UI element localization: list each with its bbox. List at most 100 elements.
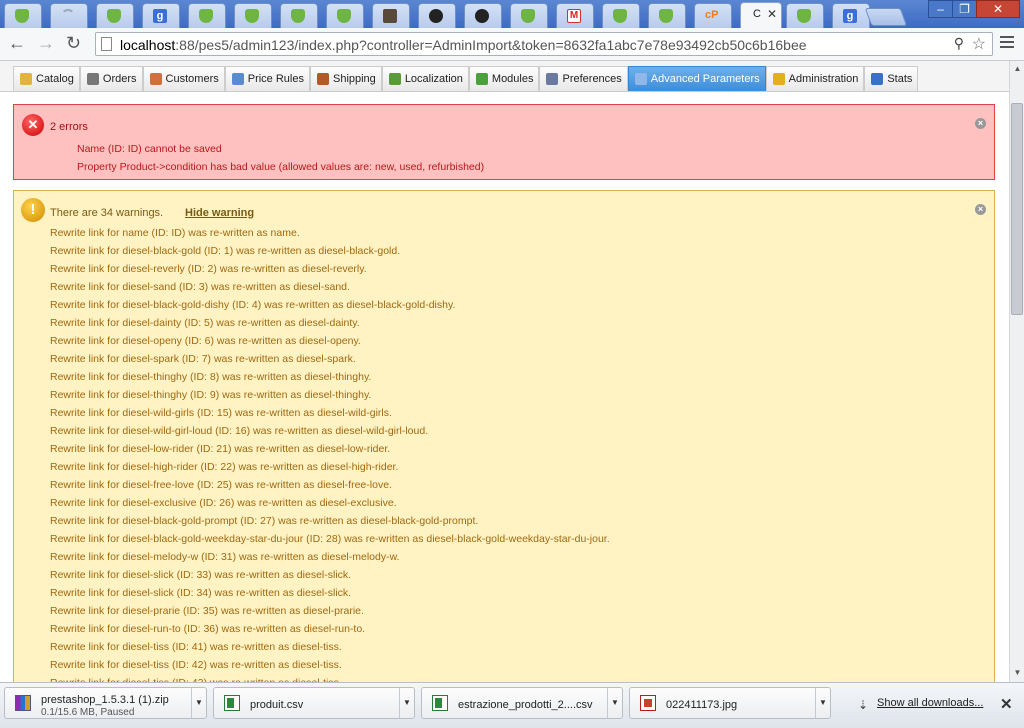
scroll-up-icon[interactable]: ▲	[1012, 63, 1023, 74]
shipping-icon	[316, 73, 329, 85]
warning-line: Rewrite link for diesel-black-gold-promp…	[50, 515, 479, 527]
browser-tab[interactable]	[188, 3, 226, 28]
minimize-button[interactable]: –	[928, 0, 953, 18]
browser-tab[interactable]	[280, 3, 318, 28]
nav-tab-label: Administration	[788, 73, 859, 85]
download-item[interactable]: produit.csv ▼	[213, 687, 415, 719]
nav-tab-shipping[interactable]: Shipping	[309, 66, 382, 91]
warning-line: Rewrite link for diesel-free-love (ID: 2…	[50, 479, 392, 491]
localization-icon	[388, 73, 401, 85]
download-item[interactable]: estrazione_prodotti_2....csv ▼	[421, 687, 623, 719]
download-item[interactable]: prestashop_1.5.3.1 (1).zip 0.1/15.6 MB, P…	[4, 687, 207, 719]
show-all-downloads-link[interactable]: Show all downloads...	[877, 697, 983, 709]
tab-close-icon[interactable]: ✕	[767, 7, 777, 21]
error-icon: ✕	[22, 114, 44, 136]
nav-tab-localization[interactable]: Localization	[381, 66, 469, 91]
zoom-icon[interactable]: ⚲	[954, 35, 964, 52]
warning-title: There are 34 warnings.	[50, 207, 164, 219]
warning-line: Rewrite link for diesel-slick (ID: 34) w…	[50, 587, 352, 599]
close-error-icon[interactable]: ×	[975, 118, 986, 129]
reload-icon[interactable]: ↻	[66, 33, 81, 54]
download-filename: 022411173.jpg	[666, 699, 738, 711]
bookmark-star-icon[interactable]: ☆	[972, 34, 986, 54]
nav-tab-stats[interactable]: Stats	[864, 66, 919, 91]
nav-tab-administration[interactable]: Administration	[765, 66, 865, 91]
back-icon[interactable]: ←	[8, 33, 26, 54]
browser-tab[interactable]	[786, 3, 824, 28]
window-close-button[interactable]: ✕	[976, 0, 1020, 18]
menu-icon[interactable]	[1000, 36, 1014, 51]
warning-list: Rewrite link for name (ID: ID) was re-wr…	[50, 224, 610, 682]
stats-icon	[871, 73, 884, 85]
hide-warning-link[interactable]: Hide warning	[185, 207, 254, 219]
download-menu-icon[interactable]: ▼	[191, 688, 206, 718]
advanced-parameters-icon	[634, 73, 647, 85]
browser-tab[interactable]	[464, 3, 502, 28]
prestashop-favicon-icon	[107, 9, 121, 23]
maximize-button[interactable]: ❐	[952, 0, 977, 18]
nav-tab-price-rules[interactable]: Price Rules	[224, 66, 310, 91]
browser-tab[interactable]	[602, 3, 640, 28]
scrollbar-thumb[interactable]	[1011, 103, 1023, 315]
browser-tab[interactable]	[96, 3, 134, 28]
zip-file-icon	[15, 695, 31, 711]
warning-line: Rewrite link for diesel-black-gold-weekd…	[50, 533, 610, 545]
browser-tab[interactable]	[234, 3, 272, 28]
nav-tab-customers[interactable]: Customers	[142, 66, 225, 91]
address-bar[interactable]: localhost:88/pes5/admin123/index.php?con…	[95, 32, 993, 56]
download-menu-icon[interactable]: ▼	[607, 688, 622, 718]
browser-tab-active[interactable]: C ✕	[740, 2, 782, 28]
browser-tab[interactable]: cP	[694, 3, 732, 28]
close-downloads-bar-icon[interactable]: ✕	[1000, 695, 1013, 713]
warning-line: Rewrite link for diesel-sand (ID: 3) was…	[50, 281, 350, 293]
new-tab-button[interactable]	[864, 8, 908, 26]
browser-tab[interactable]: M	[556, 3, 594, 28]
vertical-scrollbar[interactable]: ▲ ▼	[1009, 61, 1024, 682]
download-arrow-icon: ⇣	[858, 698, 869, 712]
download-menu-icon[interactable]: ▼	[399, 688, 414, 718]
customers-icon	[149, 73, 162, 85]
nav-tab-label: Orders	[102, 73, 137, 85]
nav-tab-advanced-parameters[interactable]: Advanced Parameters	[627, 66, 766, 91]
jpg-file-icon	[640, 695, 656, 711]
nav-tab-label: Catalog	[36, 73, 74, 85]
github-favicon-icon	[475, 9, 489, 23]
url-text[interactable]: localhost:88/pes5/admin123/index.php?con…	[120, 37, 807, 53]
scroll-down-icon[interactable]: ▼	[1012, 667, 1023, 678]
nav-tab-orders[interactable]: Orders	[79, 66, 143, 91]
warning-line: Rewrite link for diesel-low-rider (ID: 2…	[50, 443, 391, 455]
warning-line: Rewrite link for diesel-high-rider (ID: …	[50, 461, 399, 473]
google-favicon-icon: g	[153, 9, 167, 23]
prestashop-favicon-icon	[337, 9, 351, 23]
warning-line: Rewrite link for diesel-tiss (ID: 41) wa…	[50, 641, 342, 653]
warning-line: Rewrite link for diesel-reverly (ID: 2) …	[50, 263, 367, 275]
browser-tab[interactable]	[4, 3, 42, 28]
download-item[interactable]: 022411173.jpg ▼	[629, 687, 831, 719]
browser-tab[interactable]	[326, 3, 364, 28]
url-host: localhost	[120, 37, 176, 53]
browser-tab[interactable]	[50, 3, 88, 28]
downloads-bar: prestashop_1.5.3.1 (1).zip 0.1/15.6 MB, P…	[0, 682, 1024, 728]
nav-tab-modules[interactable]: Modules	[468, 66, 540, 91]
download-menu-icon[interactable]: ▼	[815, 688, 830, 718]
nav-tab-label: Shipping	[332, 73, 376, 85]
close-warning-icon[interactable]: ×	[975, 204, 986, 215]
browser-tab[interactable]	[372, 3, 410, 28]
nav-tab-catalog[interactable]: Catalog	[13, 66, 80, 91]
browser-tab[interactable]: g	[142, 3, 180, 28]
browser-tab[interactable]	[510, 3, 548, 28]
error-line: Name (ID: ID) cannot be saved	[77, 143, 222, 155]
warning-line: Rewrite link for diesel-tiss (ID: 42) wa…	[50, 659, 342, 671]
nav-tab-preferences[interactable]: Preferences	[539, 66, 628, 91]
warning-line: Rewrite link for diesel-black-gold (ID: …	[50, 245, 401, 257]
forward-icon[interactable]: →	[37, 33, 55, 54]
download-filename: estrazione_prodotti_2....csv	[458, 699, 593, 711]
error-line: Property Product->condition has bad valu…	[77, 161, 485, 173]
csv-file-icon	[224, 695, 240, 711]
browser-tab[interactable]	[648, 3, 686, 28]
prestashop-favicon-icon	[245, 9, 259, 23]
warning-line: Rewrite link for diesel-dainty (ID: 5) w…	[50, 317, 360, 329]
browser-tab[interactable]	[418, 3, 456, 28]
nav-tab-label: Modules	[491, 73, 534, 85]
browser-tab[interactable]: g	[832, 3, 870, 28]
